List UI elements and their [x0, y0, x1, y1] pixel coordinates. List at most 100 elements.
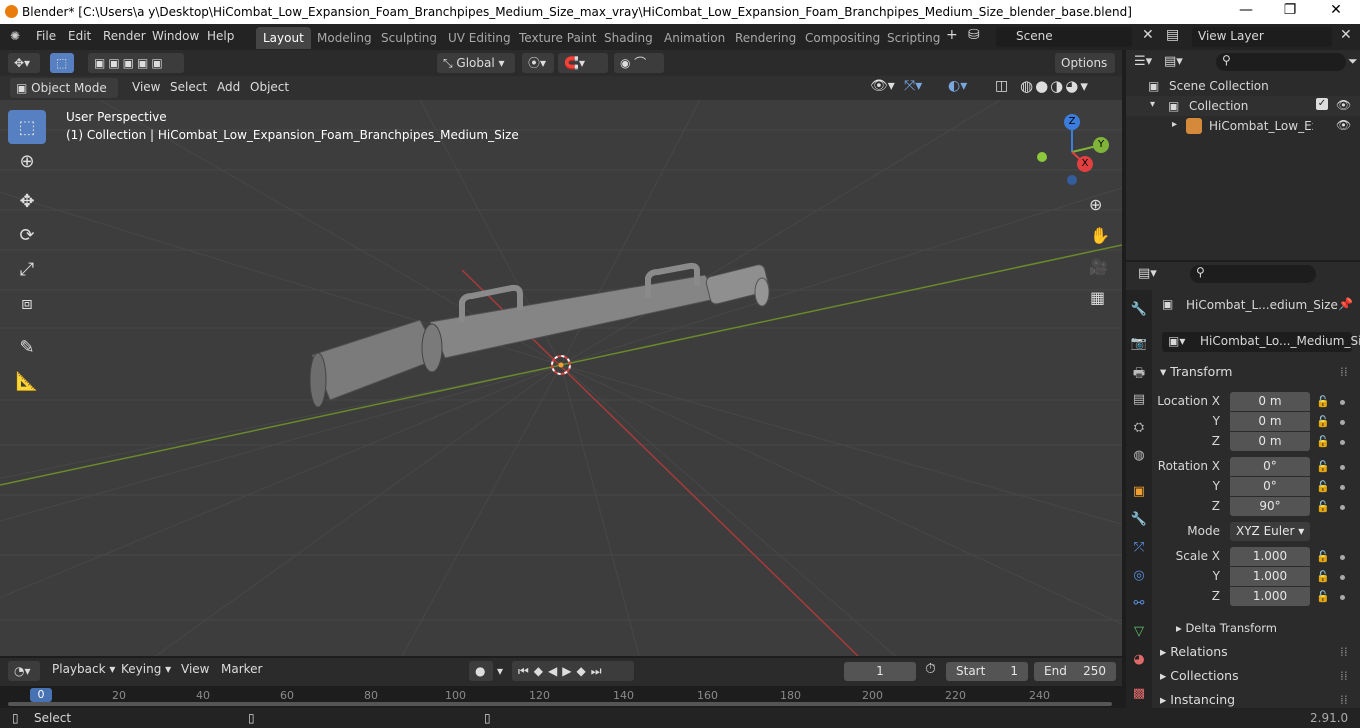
collection-visibility-icon[interactable]: 👁	[1336, 98, 1351, 112]
measure-tool-icon[interactable]: 📐	[8, 364, 46, 398]
scene-properties-icon[interactable]: ⛭	[1130, 420, 1148, 438]
delta-transform-header[interactable]: ▸ Delta Transform	[1176, 621, 1277, 635]
transform-orientation-dropdown[interactable]: ⤡ Global ▾	[437, 53, 515, 73]
keyframe-dot-icon[interactable]	[1340, 575, 1345, 580]
lock-rotation-x-icon[interactable]: 🔓	[1316, 460, 1330, 473]
physics-properties-icon[interactable]: ◎	[1130, 568, 1148, 586]
view-layer-selector[interactable]: View Layer	[1192, 27, 1332, 47]
cursor-tool-icon[interactable]: ⊕	[8, 144, 46, 178]
scale-tool-icon[interactable]: ⤢	[8, 252, 46, 286]
material-properties-icon[interactable]: ◕	[1130, 652, 1148, 670]
menu-render[interactable]: Render	[103, 29, 146, 43]
gizmo-x-axis[interactable]: X	[1077, 156, 1093, 172]
outliner-row-object[interactable]: ▸ HiCombat_Low_Expa 👁	[1126, 116, 1360, 136]
tab-uv-editing[interactable]: UV Editing	[441, 27, 518, 49]
constraints-properties-icon[interactable]: ⚯	[1130, 596, 1148, 614]
data-properties-icon[interactable]: ▽	[1130, 624, 1148, 642]
auto-keying-button[interactable]: ●	[469, 661, 493, 681]
add-workspace-button[interactable]: +	[946, 27, 958, 43]
shading-mode-buttons[interactable]: ◍●◑◕▾	[1020, 77, 1090, 95]
expand-collection-icon[interactable]: ▾	[1150, 99, 1155, 110]
collections-header[interactable]: ▸ Collections	[1160, 668, 1239, 683]
preview-range-icon[interactable]: ⏱	[925, 661, 936, 677]
marker-menu[interactable]: Marker	[221, 662, 262, 676]
tab-modeling[interactable]: Modeling	[310, 27, 379, 49]
end-frame-field[interactable]: End 250	[1034, 662, 1116, 681]
3d-cursor[interactable]	[551, 355, 571, 375]
rotation-z-field[interactable]: 90°	[1230, 497, 1310, 516]
mode-dropdown[interactable]: ▣ Object Mode ▾	[10, 78, 118, 115]
lock-location-z-icon[interactable]: 🔓	[1316, 435, 1330, 448]
tab-rendering[interactable]: Rendering	[728, 27, 803, 49]
rotation-x-field[interactable]: 0°	[1230, 457, 1310, 476]
delete-scene-icon[interactable]: ✕	[1142, 27, 1154, 43]
modifier-properties-icon[interactable]: 🔧	[1130, 512, 1148, 530]
options-dropdown[interactable]: Options ▾	[1055, 53, 1115, 90]
rotation-y-field[interactable]: 0°	[1230, 477, 1310, 496]
texture-properties-icon[interactable]: ▩	[1130, 686, 1148, 704]
overlay-icon[interactable]: ◐▾	[948, 78, 967, 94]
object-visibility-icon[interactable]: 👁	[1336, 118, 1351, 132]
lock-rotation-y-icon[interactable]: 🔓	[1316, 480, 1330, 493]
lock-scale-y-icon[interactable]: 🔓	[1316, 570, 1330, 583]
scale-z-field[interactable]: 1.000	[1230, 587, 1310, 606]
lock-location-x-icon[interactable]: 🔓	[1316, 395, 1330, 408]
keyframe-dot-icon[interactable]	[1340, 485, 1345, 490]
pin-icon[interactable]: 📌	[1338, 297, 1353, 311]
tab-sculpting[interactable]: Sculpting	[374, 27, 444, 49]
pivot-point-dropdown[interactable]: ⦿▾	[522, 53, 554, 73]
pan-hand-icon[interactable]: ✋	[1090, 226, 1110, 245]
scene-icon[interactable]: ⛁	[968, 27, 980, 43]
minimize-button[interactable]: —	[1226, 2, 1266, 22]
output-properties-icon[interactable]: 🖶	[1130, 364, 1148, 382]
keyframe-dot-icon[interactable]	[1340, 505, 1345, 510]
menu-object[interactable]: Object	[250, 80, 289, 94]
rotate-tool-icon[interactable]: ⟳	[8, 218, 46, 252]
editor-type-button[interactable]: ✥▾	[8, 53, 40, 73]
display-mode-icon[interactable]: ▤▾	[1164, 54, 1183, 69]
current-frame-field[interactable]: 1	[844, 662, 916, 681]
gizmo-y-axis[interactable]: Y	[1093, 137, 1109, 153]
tab-animation[interactable]: Animation	[657, 27, 732, 49]
keyframe-dot-icon[interactable]	[1340, 420, 1345, 425]
particles-properties-icon[interactable]: ⤱	[1130, 540, 1148, 558]
transform-tool-icon[interactable]: ⧈	[8, 286, 46, 320]
keyframe-dot-icon[interactable]	[1340, 465, 1345, 470]
scale-y-field[interactable]: 1.000	[1230, 567, 1310, 586]
3d-viewport[interactable]: User Perspective (1) Collection | HiComb…	[0, 100, 1122, 656]
keyframe-dot-icon[interactable]	[1340, 440, 1345, 445]
expand-object-icon[interactable]: ▸	[1172, 119, 1177, 130]
gizmo-icon[interactable]: ⤧▾	[904, 78, 922, 94]
view-layer-icon[interactable]: ▤	[1166, 27, 1179, 43]
xray-icon[interactable]: ◫	[995, 78, 1008, 94]
maximize-button[interactable]: ❐	[1270, 2, 1310, 22]
lock-rotation-z-icon[interactable]: 🔓	[1316, 500, 1330, 513]
tab-layout[interactable]: Layout	[256, 27, 311, 49]
blender-menu-icon[interactable]: ✺	[10, 29, 20, 43]
location-x-field[interactable]: 0 m	[1230, 392, 1310, 411]
outliner-row-scene[interactable]: ▣ Scene Collection	[1126, 76, 1360, 96]
selection-mode-buttons[interactable]: ▣▣▣▣▣	[88, 53, 184, 73]
visibility-icon[interactable]: 👁▾	[870, 78, 895, 94]
timeline-ruler[interactable]: 0 20 40 60 80 100 120 140 160 180 200 22…	[0, 686, 1122, 708]
ortho-grid-icon[interactable]: ▦	[1090, 288, 1105, 307]
delete-view-layer-icon[interactable]: ✕	[1340, 27, 1352, 43]
menu-add[interactable]: Add	[217, 80, 240, 94]
playback-menu[interactable]: Playback ▾	[52, 662, 115, 676]
lock-scale-x-icon[interactable]: 🔓	[1316, 550, 1330, 563]
drag-handle-icon[interactable]: ⁞⁞	[1340, 645, 1348, 659]
menu-help[interactable]: Help	[207, 29, 234, 43]
navigation-gizmo[interactable]: Z Y X	[1032, 112, 1112, 192]
close-button[interactable]: ✕	[1316, 2, 1356, 22]
menu-edit[interactable]: Edit	[68, 29, 91, 43]
lock-scale-z-icon[interactable]: 🔓	[1316, 590, 1330, 603]
object-properties-icon[interactable]: ▣	[1130, 484, 1148, 502]
filter-icon[interactable]: ⏷	[1348, 54, 1358, 69]
timeline-scrollbar[interactable]	[8, 702, 1112, 706]
camera-view-icon[interactable]: 🎥	[1089, 258, 1108, 276]
select-tool-icon[interactable]: ⬚	[50, 53, 74, 73]
rotation-mode-dropdown[interactable]: XYZ Euler ▾	[1230, 522, 1310, 541]
drag-handle-icon[interactable]: ⁞⁞	[1340, 669, 1348, 683]
select-box-tool-icon[interactable]: ⬚	[8, 110, 46, 144]
outliner-row-collection[interactable]: ▾ ▣ Collection ✓ 👁	[1126, 96, 1360, 116]
